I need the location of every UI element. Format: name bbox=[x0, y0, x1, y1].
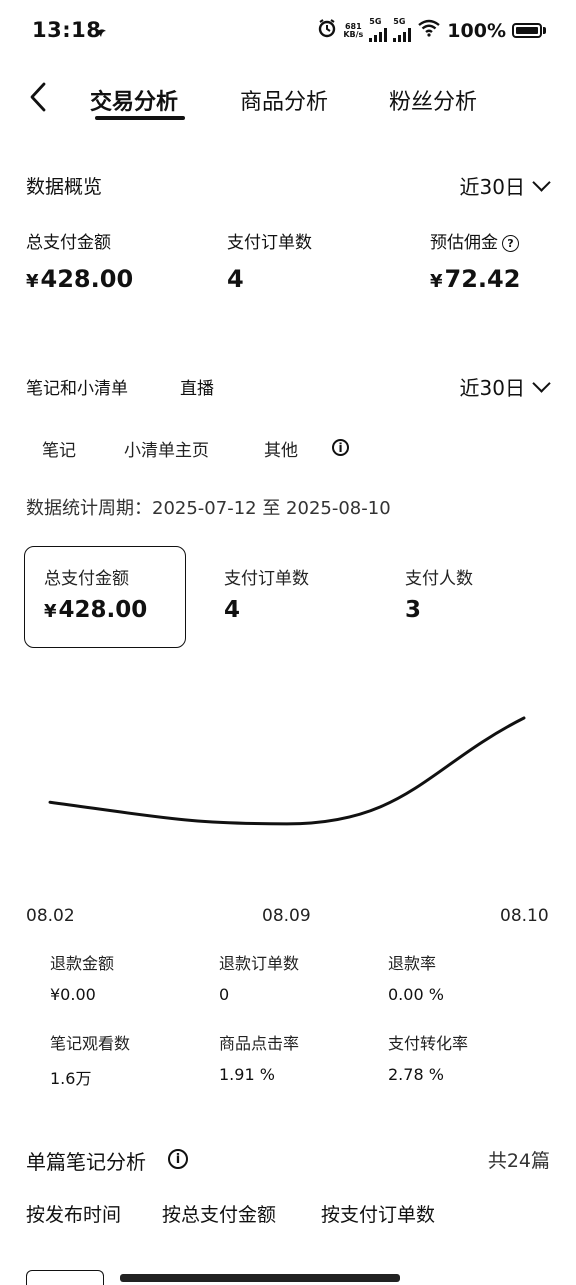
metric-label-commission: 预估佣金? bbox=[430, 228, 519, 253]
subtab-list-homepage[interactable]: 小清单主页 bbox=[124, 436, 209, 461]
signal-2-icon: 5G bbox=[393, 17, 412, 42]
tab-notes-and-lists[interactable]: 笔记和小清单 bbox=[26, 374, 128, 399]
x-tick-label: 08.10 bbox=[500, 906, 549, 926]
note-title-partial[interactable] bbox=[120, 1274, 400, 1282]
sort-by-orders[interactable]: 按支付订单数 bbox=[321, 1200, 435, 1227]
status-time: 13:18 bbox=[32, 18, 102, 42]
battery-icon bbox=[512, 23, 542, 38]
metric-value-commission: ¥72.42 bbox=[430, 265, 521, 293]
stat-value-refund-amount: ¥0.00 bbox=[50, 985, 96, 1004]
source-range-select[interactable]: 近30日 bbox=[459, 372, 551, 401]
data-point-08.10 bbox=[523, 717, 525, 719]
metric-value-total-pay: ¥428.00 bbox=[26, 265, 134, 293]
card-label-orders[interactable]: 支付订单数 bbox=[224, 564, 309, 589]
stat-period: 数据统计周期：2025-07-12 至 2025-08-10 bbox=[26, 498, 391, 519]
stat-label-refund-amount: 退款金额 bbox=[50, 954, 115, 973]
info-icon[interactable]: i bbox=[332, 439, 349, 456]
active-tab-indicator bbox=[95, 116, 185, 120]
card-value-orders: 4 bbox=[224, 597, 241, 623]
stat-value-click-rate: 1.91 % bbox=[219, 1065, 275, 1084]
card-value-payers: 3 bbox=[405, 597, 422, 623]
card-label-total-pay: 总支付金额 bbox=[44, 569, 129, 589]
wifi-icon bbox=[417, 19, 441, 42]
range-label: 近30日 bbox=[459, 175, 525, 199]
stat-label-refund-rate: 退款率 bbox=[388, 954, 437, 973]
stat-label-note-views: 笔记观看数 bbox=[50, 1034, 131, 1053]
battery-percent: 100% bbox=[447, 19, 506, 42]
signal-1-icon: 5G bbox=[369, 17, 388, 42]
sort-by-publish-time[interactable]: 按发布时间 bbox=[26, 1200, 121, 1227]
tab-live[interactable]: 直播 bbox=[180, 374, 214, 399]
info-icon[interactable]: i bbox=[168, 1149, 188, 1169]
tab-fans-analysis[interactable]: 粉丝分析 bbox=[389, 84, 477, 116]
metric-label-total-pay: 总支付金额 bbox=[26, 233, 111, 253]
help-icon[interactable]: ? bbox=[502, 234, 519, 252]
stat-value-refund-rate: 0.00 % bbox=[388, 985, 444, 1004]
note-count: 共24篇 bbox=[487, 1150, 550, 1172]
data-point-08.09 bbox=[286, 823, 288, 825]
card-label-payers[interactable]: 支付人数 bbox=[405, 564, 473, 589]
status-icons: 681 KB/s 5G 5G 100% bbox=[317, 17, 546, 43]
stat-label-click-rate: 商品点击率 bbox=[219, 1034, 300, 1053]
tab-trade-analysis[interactable]: 交易分析 bbox=[90, 84, 178, 116]
overview-title: 数据概览 bbox=[26, 176, 103, 198]
x-tick-label: 08.09 bbox=[262, 906, 311, 926]
stat-label-conversion-rate: 支付转化率 bbox=[388, 1034, 469, 1053]
subtab-other[interactable]: 其他 bbox=[264, 436, 298, 461]
trend-chart bbox=[48, 716, 526, 826]
tab-product-analysis[interactable]: 商品分析 bbox=[240, 84, 328, 116]
back-button[interactable] bbox=[26, 80, 56, 114]
stat-value-refund-orders: 0 bbox=[219, 985, 230, 1004]
data-point-08.02 bbox=[49, 801, 51, 803]
metric-value-orders: 4 bbox=[227, 265, 244, 293]
net-speed: 681 KB/s bbox=[343, 21, 364, 39]
card-value-total-pay: ¥428.00 bbox=[44, 597, 148, 623]
stat-value-conversion-rate: 2.78 % bbox=[388, 1065, 444, 1084]
overview-range-select[interactable]: 近30日 bbox=[459, 171, 551, 200]
notification-icon bbox=[94, 24, 108, 43]
metric-label-orders: 支付订单数 bbox=[227, 233, 312, 253]
chevron-down-icon bbox=[532, 374, 551, 393]
alarm-icon bbox=[317, 18, 337, 43]
range-label: 近30日 bbox=[459, 376, 525, 400]
sort-by-total-pay[interactable]: 按总支付金额 bbox=[162, 1200, 276, 1227]
stat-value-note-views: 1.6万 bbox=[50, 1069, 92, 1088]
note-thumbnail[interactable] bbox=[26, 1270, 104, 1285]
stat-label-refund-orders: 退款订单数 bbox=[219, 954, 300, 973]
subtab-notes[interactable]: 笔记 bbox=[42, 436, 76, 461]
chevron-down-icon bbox=[532, 173, 551, 192]
single-note-title: 单篇笔记分析 bbox=[26, 1150, 146, 1174]
series-line bbox=[48, 716, 526, 826]
x-tick-label: 08.02 bbox=[26, 906, 75, 926]
